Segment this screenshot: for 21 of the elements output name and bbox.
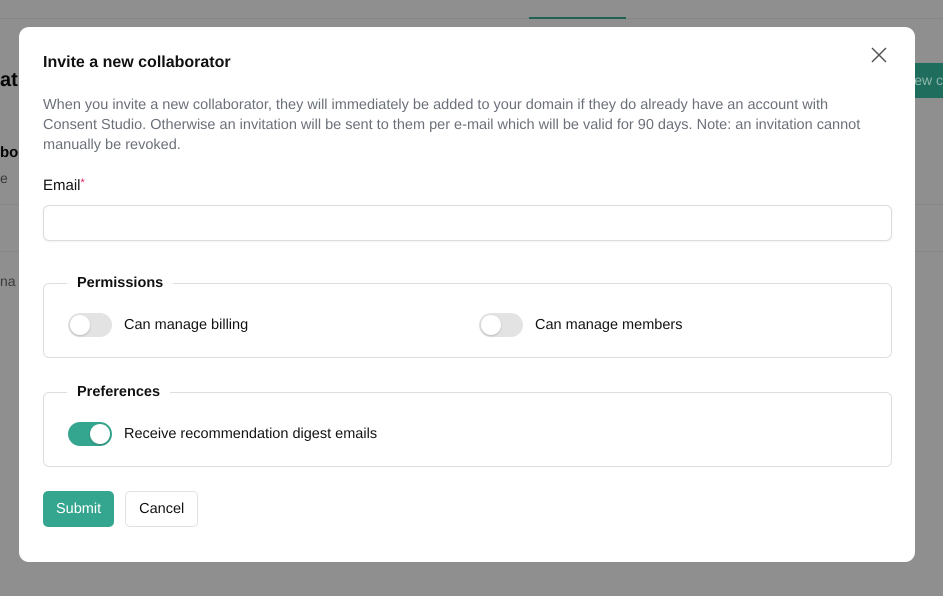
required-mark: * [80,177,85,189]
email-field[interactable] [43,205,892,241]
toggle-switch[interactable] [68,422,112,446]
dialog-description: When you invite a new collaborator, they will immediately be added to your domain if they do already have an account with Consent Studio. Otherwise an invitation will be sent to them per e-mail which will be valid for 90 days. Note: an invitation cannot manually be revoked. [43,96,862,155]
toggle-switch[interactable] [479,313,523,337]
group-legend: Preferences [67,384,170,400]
section-heading: bo [0,144,18,161]
page-heading: at [0,68,18,92]
email-label: Email [43,177,81,194]
close-icon[interactable] [871,47,887,63]
toggle-label: Can manage members [535,317,682,333]
toggle-switch[interactable] [68,313,112,337]
group-legend: Permissions [67,275,174,291]
toggle-label: Can manage billing [124,317,248,333]
section-text: e [0,170,8,186]
cancel-button[interactable]: Cancel [125,491,198,527]
dialog-title: Invite a new collaborator [43,54,231,72]
tab-indicator[interactable] [529,17,626,19]
row-text: na [0,273,16,289]
submit-button[interactable]: Submit [43,491,114,527]
toggle-label: Receive recommendation digest emails [124,426,378,442]
